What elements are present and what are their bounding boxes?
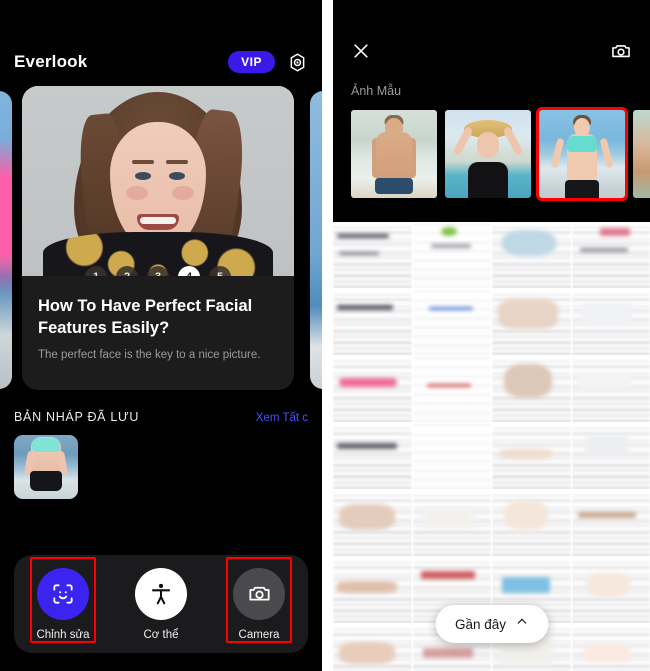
dual-screenshot-container: Everlook VIP How To Have Perfect Facial …: [0, 0, 650, 671]
sample-woman-sportsbra-selected[interactable]: [536, 107, 628, 201]
gallery-item[interactable]: [492, 490, 571, 556]
pagination-dot[interactable]: 3: [147, 266, 169, 276]
peek-image-next: [310, 91, 322, 389]
promo-subtitle: The perfect face is the key to a nice pi…: [38, 348, 261, 361]
camera-icon[interactable]: [610, 40, 632, 67]
page-title: Everlook: [14, 52, 88, 71]
right-phone-screen: Ảnh Mẫu Gần đây: [333, 0, 650, 671]
promo-card[interactable]: 1 2 3 4 5 How To Have Perfect Facial Fea…: [22, 86, 294, 390]
promo-text-block: How To Have Perfect Facial Features Easi…: [22, 276, 294, 361]
gallery-item[interactable]: [412, 490, 491, 556]
pagination-dot[interactable]: 5: [209, 266, 231, 276]
promo-image: 1 2 3 4 5: [22, 86, 294, 276]
pagination-dot[interactable]: 1: [85, 266, 107, 276]
picker-header: [333, 31, 650, 75]
drafts-header-row: BẢN NHÁP ĐÃ LƯU Xem Tất c: [14, 410, 308, 424]
gear-icon[interactable]: [287, 52, 308, 73]
gallery-item[interactable]: [412, 222, 491, 288]
action-edit-face[interactable]: Chỉnh sửa: [27, 556, 99, 643]
action-label: Chỉnh sửa: [36, 628, 90, 641]
sample-woman-hat[interactable]: [445, 110, 531, 198]
carousel-peek-next[interactable]: [310, 91, 322, 389]
recent-filter-button[interactable]: Gần đây: [434, 605, 549, 643]
promo-title: How To Have Perfect Facial Features Easi…: [38, 297, 253, 337]
pagination-dot-active[interactable]: 4: [178, 266, 200, 276]
panel-divider: [322, 0, 333, 671]
gallery-item[interactable]: [571, 624, 650, 671]
gallery-item[interactable]: [333, 490, 412, 556]
gallery-item[interactable]: [571, 289, 650, 355]
left-status-bar: [0, 0, 322, 40]
gallery-item[interactable]: [492, 356, 571, 422]
sample-man-beach[interactable]: [351, 110, 437, 198]
camera-icon: [248, 586, 270, 601]
body-icon: [151, 583, 171, 604]
chevron-up-icon[interactable]: [515, 615, 528, 633]
gallery-item[interactable]: [333, 423, 412, 489]
gallery-item[interactable]: [571, 222, 650, 288]
gallery-item[interactable]: [333, 557, 412, 623]
peek-image-previous: [0, 91, 12, 389]
gallery-item[interactable]: [571, 356, 650, 422]
see-all-link[interactable]: Xem Tất c: [256, 412, 308, 424]
gallery-item[interactable]: [492, 222, 571, 288]
gallery-item[interactable]: [333, 289, 412, 355]
draft-thumbnail[interactable]: [14, 435, 78, 499]
recent-filter-label: Gần đây: [454, 616, 507, 632]
pagination-dot[interactable]: 2: [116, 266, 138, 276]
left-phone-screen: Everlook VIP How To Have Perfect Facial …: [0, 0, 322, 671]
gallery-item[interactable]: [571, 557, 650, 623]
face-id-icon: [53, 583, 73, 604]
sample-photos-label: Ảnh Mẫu: [351, 84, 402, 98]
vip-badge[interactable]: VIP: [228, 51, 275, 73]
gallery-item[interactable]: [571, 423, 650, 489]
carousel-peek-previous[interactable]: [0, 91, 12, 389]
close-icon[interactable]: [351, 41, 371, 66]
gallery-item[interactable]: [492, 289, 571, 355]
edit-face-button[interactable]: [37, 567, 89, 620]
gallery-item[interactable]: [412, 356, 491, 422]
gallery-item[interactable]: [571, 490, 650, 556]
gallery-item[interactable]: [412, 289, 491, 355]
gallery-item[interactable]: [492, 423, 571, 489]
gallery-item[interactable]: [333, 222, 412, 288]
action-label: Camera: [238, 628, 280, 641]
sample-partial[interactable]: [633, 110, 650, 198]
app-header: Everlook VIP: [0, 40, 322, 84]
action-label: Cơ thể: [143, 628, 179, 641]
sample-photos-row[interactable]: [333, 98, 650, 201]
action-body[interactable]: Cơ thể: [125, 567, 197, 641]
carousel-pagination[interactable]: 1 2 3 4 5: [22, 266, 294, 276]
drafts-section-title: BẢN NHÁP ĐÃ LƯU: [14, 410, 140, 424]
camera-button[interactable]: [233, 567, 285, 620]
gallery-item[interactable]: [412, 423, 491, 489]
gallery-item[interactable]: [333, 624, 412, 671]
bottom-action-bar: Chỉnh sửa Cơ thể Camera: [14, 555, 308, 653]
promo-carousel[interactable]: 1 2 3 4 5 How To Have Perfect Facial Fea…: [0, 86, 322, 396]
action-camera[interactable]: Camera: [223, 556, 295, 643]
saved-drafts-section: BẢN NHÁP ĐÃ LƯU Xem Tất c: [0, 410, 322, 499]
right-status-bar: [333, 0, 650, 31]
photo-gallery-grid[interactable]: [333, 222, 650, 671]
body-button[interactable]: [135, 567, 187, 620]
gallery-item[interactable]: [333, 356, 412, 422]
